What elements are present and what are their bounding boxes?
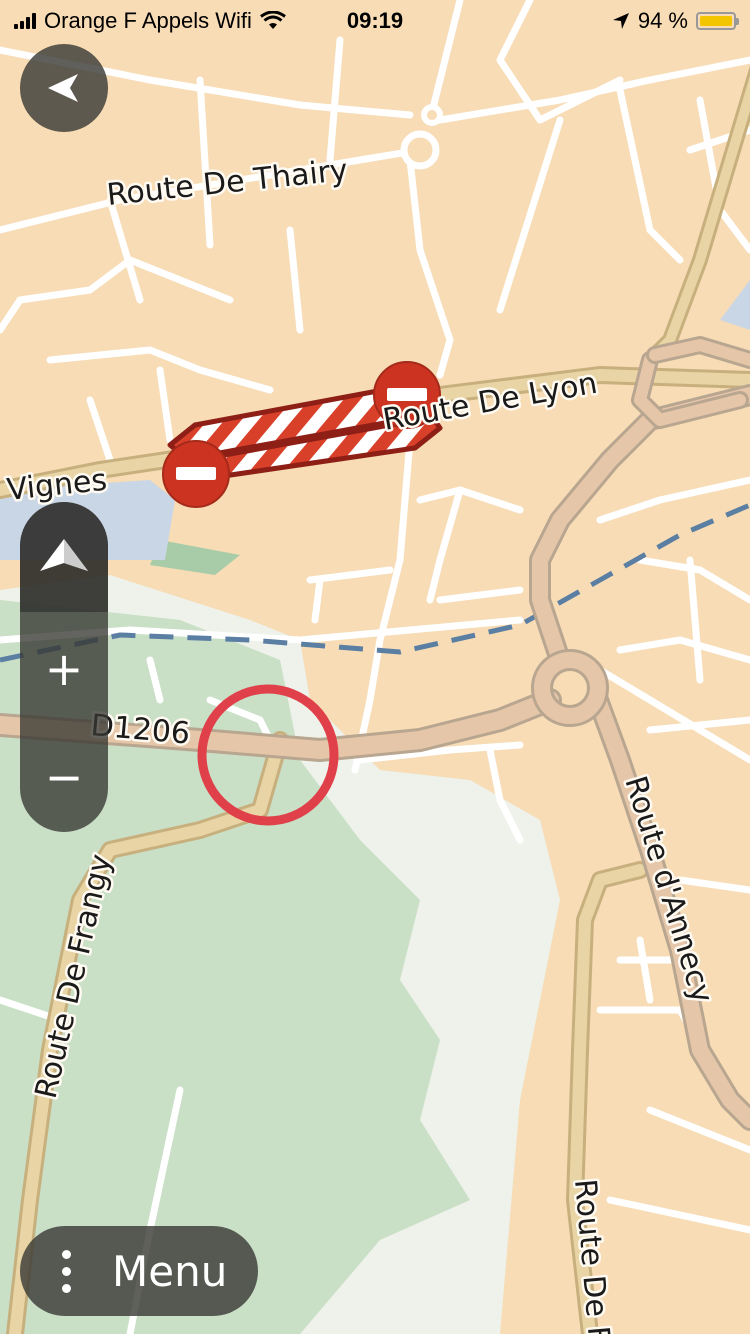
status-bar: Orange F Appels Wifi 09:19 94 %: [0, 0, 750, 40]
back-button[interactable]: [20, 44, 108, 132]
battery-percent: 94 %: [637, 8, 688, 33]
map-controls-panel: + −: [20, 502, 108, 832]
back-arrow-icon: [48, 74, 78, 102]
battery-icon: [696, 12, 739, 30]
map-canvas[interactable]: Route De Thairy Route De Lyon Vignes D12…: [0, 0, 750, 1334]
roundabout-north: [400, 130, 440, 170]
no-entry-icon[interactable]: [162, 440, 230, 508]
zoom-in-button[interactable]: +: [20, 614, 108, 724]
compass-north-icon: [40, 539, 88, 571]
vertical-dots-icon: [20, 1249, 112, 1293]
zoom-out-button[interactable]: −: [20, 722, 108, 832]
compass-button[interactable]: [20, 502, 108, 612]
menu-label: Menu: [112, 1246, 228, 1296]
location-arrow-icon: [612, 13, 629, 29]
menu-button[interactable]: Menu: [20, 1226, 258, 1316]
